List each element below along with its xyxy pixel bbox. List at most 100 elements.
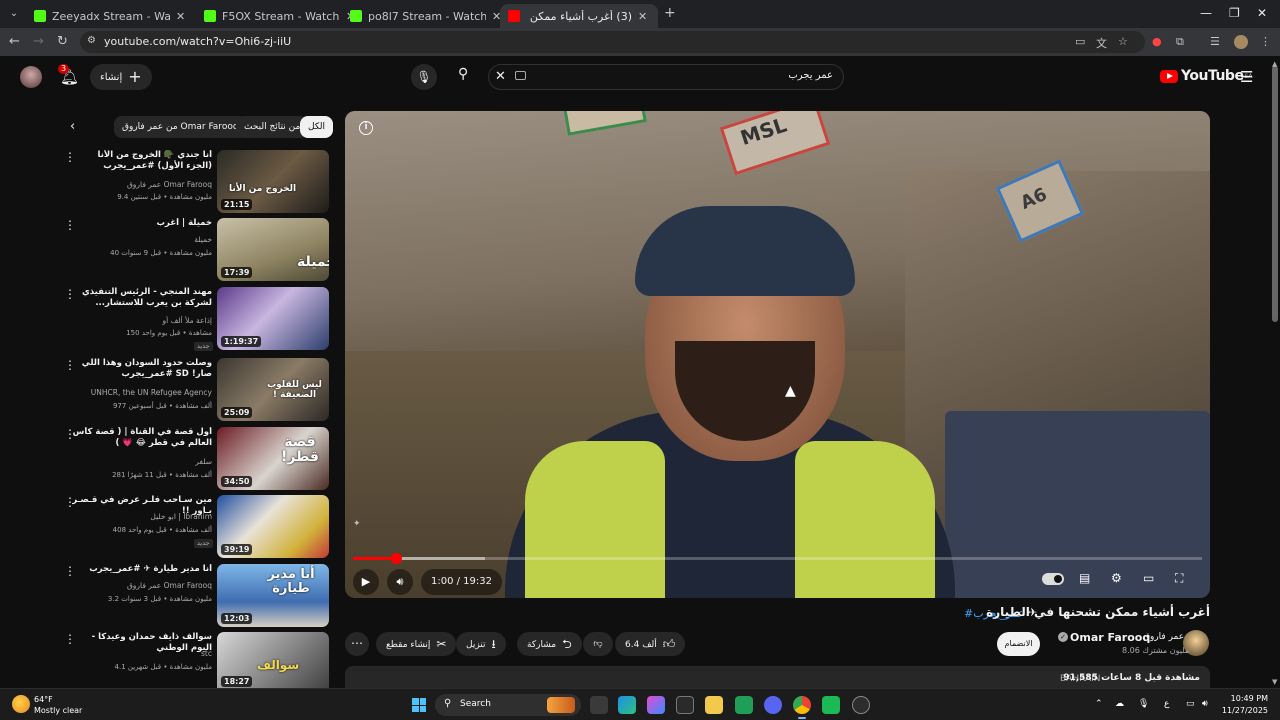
list-item[interactable]: ليس للقلوب الضعيفة ! 25:09 ⋮ وصلت حدود ا…	[60, 358, 330, 422]
task-view-icon[interactable]	[590, 696, 608, 714]
youtube-logo[interactable]: YouTube SA	[1160, 68, 1252, 84]
chip-search-results[interactable]: من نتائج البحث	[236, 116, 309, 138]
voice-search-mic-icon[interactable]: 🎙︎	[411, 64, 437, 90]
site-info-icon[interactable]: ⚙	[87, 35, 96, 46]
search-icon[interactable]: ⚲	[458, 66, 468, 82]
forward-icon[interactable]: →	[33, 34, 44, 49]
reload-icon[interactable]: ↻	[57, 34, 68, 49]
cast-icon[interactable]: ▭	[1075, 35, 1085, 48]
search-icon: ⚲	[444, 698, 452, 709]
subtitles-icon[interactable]: ▤	[1079, 571, 1090, 585]
minimize-icon[interactable]: —	[1200, 6, 1212, 20]
keyboard-icon[interactable]	[515, 71, 526, 80]
tab-close-icon[interactable]: ✕	[176, 10, 188, 23]
language-indicator[interactable]: ع	[1164, 699, 1169, 709]
channel-watermark-icon[interactable]: ✦	[353, 519, 361, 529]
extensions-puzzle-icon[interactable]: ⧉	[1176, 35, 1184, 49]
new-tab-icon[interactable]: +	[664, 5, 676, 21]
scrubber-handle[interactable]	[391, 553, 403, 564]
list-item[interactable]: قصة قطر! 34:50 ⋮ أول قصة في القناة | ( ق…	[60, 427, 330, 491]
spotify-icon[interactable]	[822, 696, 840, 714]
tab-title: Zeeyadx Stream - Watch Live on Ki	[52, 9, 170, 23]
browser-tab[interactable]: F5OX Stream - Watch Live on Kick ✕	[196, 4, 366, 28]
sidebar-icon[interactable]: ☰	[1210, 35, 1220, 48]
file-explorer-icon[interactable]	[705, 696, 723, 714]
translate-icon[interactable]: 文	[1096, 35, 1107, 51]
discord-icon[interactable]	[764, 696, 782, 714]
video-thumbnail[interactable]: قصة قطر! 34:50	[217, 427, 329, 490]
fullscreen-icon[interactable]: ⛶	[1175, 571, 1183, 586]
window-close-icon[interactable]: ✕	[1257, 6, 1267, 20]
list-item[interactable]: سوالف 18:27 ⋮ سوالف ذايف حمدان وعيدكا - …	[60, 632, 330, 688]
list-item[interactable]: الخروج من الأنا 21:15 ⋮ أنا جندي 🪖 الخرو…	[60, 150, 330, 214]
xbox-icon[interactable]	[735, 696, 753, 714]
list-item[interactable]: خميلة 17:39 ⋮ خميلة | أغرب خميلة 40 مليو…	[60, 218, 330, 282]
tab-close-icon[interactable]: ✕	[638, 10, 650, 23]
copilot-icon[interactable]	[647, 696, 665, 714]
video-thumbnail[interactable]: سوالف 18:27	[217, 632, 329, 688]
download-button[interactable]: تنزيل ⭳	[456, 632, 506, 656]
address-bar[interactable]: ⚙ youtube.com/watch?v=Ohi6-zj-iiU	[80, 31, 1145, 53]
store-icon[interactable]	[676, 696, 694, 714]
browser-menu-icon[interactable]: ⋮	[1260, 35, 1271, 48]
volume-icon[interactable]: 🔊︎	[1202, 699, 1208, 709]
start-windows-icon[interactable]	[412, 698, 426, 712]
share-button[interactable]: مشاركة ⮌	[517, 632, 582, 656]
profile-avatar-icon[interactable]	[1234, 35, 1248, 49]
chip-all[interactable]: الكل	[300, 116, 334, 138]
progress-bar[interactable]	[353, 553, 1202, 564]
like-button[interactable]: 6.4 ألف 👍︎	[615, 632, 686, 656]
account-avatar[interactable]	[20, 66, 42, 88]
hamburger-menu-icon[interactable]: ☰	[1240, 68, 1253, 86]
bookmark-star-icon[interactable]: ☆	[1118, 35, 1128, 48]
list-item[interactable]: 39:19 ⋮ مين سـاحب فلـر عرض في قـصـر بـاو…	[60, 495, 330, 559]
microphone-icon[interactable]: 🎙︎	[1138, 699, 1149, 709]
weather-icon[interactable]	[12, 695, 30, 713]
join-button[interactable]: الانضمام	[997, 632, 1040, 656]
autoplay-toggle[interactable]	[1042, 573, 1064, 585]
onedrive-icon[interactable]: ☁	[1115, 699, 1124, 709]
search-input[interactable]: ✕ عمر يجرب	[488, 64, 844, 90]
scroll-up-icon[interactable]: ▲	[1272, 60, 1277, 68]
clip-button[interactable]: إنشاء مقطع ✂	[376, 632, 457, 656]
restore-icon[interactable]: ❐	[1229, 6, 1240, 20]
taskbar-search[interactable]: ⚲ Search	[435, 694, 581, 716]
video-thumbnail[interactable]: الخروج من الأنا 21:15	[217, 150, 329, 213]
video-thumbnail[interactable]: ليس للقلوب الضعيفة ! 25:09	[217, 358, 329, 421]
settings-gear-icon[interactable]: ⚙	[1111, 571, 1122, 585]
weather-widget[interactable]: 64°F Mostly clear	[34, 694, 82, 716]
system-clock[interactable]: 10:49 PM 11/27/2025	[1220, 693, 1268, 717]
extension-icon[interactable]: ●	[1152, 35, 1162, 48]
chrome-icon[interactable]	[793, 696, 811, 719]
dislike-button[interactable]: 👎︎	[583, 632, 613, 656]
network-icon[interactable]: ▭	[1186, 699, 1195, 709]
video-player[interactable]: MSL A6 i ✦ ▲ ▶ 🔊︎ 1:00 / 19:32 ▤ ⚙ ▭ ⛶	[345, 111, 1210, 598]
channel-name[interactable]: Omar Farooq	[1070, 631, 1150, 644]
video-thumbnail[interactable]: 1:19:37	[217, 287, 329, 350]
create-button[interactable]: إنشاء +	[90, 64, 152, 90]
browser-tab[interactable]: po8l7 Stream - Watch Live on Kic ✕	[342, 4, 512, 28]
settings-gear-icon[interactable]	[852, 696, 870, 714]
info-icon[interactable]: i	[359, 121, 373, 135]
browser-tab[interactable]: Zeeyadx Stream - Watch Live on Ki ✕	[26, 4, 196, 28]
browser-tab-active[interactable]: (3) أغرب أشياء ممكن تشحنها ✕	[500, 4, 658, 28]
theater-mode-icon[interactable]: ▭	[1143, 571, 1154, 585]
tray-chevron-icon[interactable]: ⌃	[1095, 699, 1103, 709]
tab-search-icon[interactable]: ⌄	[6, 6, 22, 22]
play-button[interactable]: ▶	[353, 569, 379, 595]
back-icon[interactable]: ←	[9, 34, 20, 49]
more-actions-button[interactable]: ⋯	[345, 632, 369, 656]
clear-search-icon[interactable]: ✕	[495, 69, 506, 84]
video-thumbnail[interactable]: خميلة 17:39	[217, 218, 329, 281]
list-item[interactable]: أنا مدير طيارة 12:03 ⋮ أنا مدير طيارة ✈ …	[60, 564, 330, 628]
video-thumbnail[interactable]: أنا مدير طيارة 12:03	[217, 564, 329, 627]
played-bar	[353, 557, 397, 560]
scrollbar-thumb[interactable]	[1272, 66, 1278, 322]
chip-channel[interactable]: من عمر فاروق Omar Farooq	[114, 116, 247, 138]
chips-scroll-left-icon[interactable]: ‹	[70, 119, 75, 134]
video-thumbnail[interactable]: 39:19	[217, 495, 329, 558]
edge-icon[interactable]	[618, 696, 636, 714]
list-item[interactable]: 1:19:37 ⋮ مهند المنجي - الرئيس التنفيذي …	[60, 287, 330, 351]
scroll-down-icon[interactable]: ▼	[1272, 678, 1277, 686]
volume-button[interactable]: 🔊︎	[387, 569, 413, 595]
